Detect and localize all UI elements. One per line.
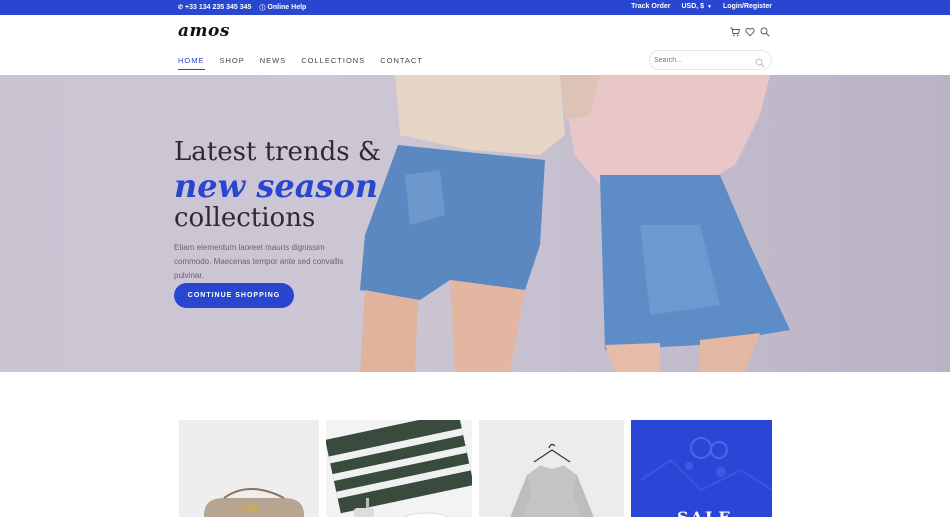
product-card-sale[interactable]: SALE [631, 420, 772, 517]
striped-shirt-image [326, 420, 472, 517]
site-header: amos HOME SHOP NEWS COLLECTIONS CONTACT [0, 15, 950, 75]
online-help-label: Online Help [267, 4, 307, 11]
hero-heading-line-3: collections [174, 203, 316, 233]
cart-icon[interactable] [730, 24, 741, 37]
top-bar: ✆ +33 134 235 345 345 ⓘ Online Help Trac… [0, 0, 950, 15]
nav-item-contact[interactable]: CONTACT [380, 56, 423, 70]
product-card-sweater[interactable] [479, 420, 624, 517]
caret-down-icon: ▼ [707, 3, 712, 10]
info-icon: ⓘ [259, 6, 266, 12]
sale-banner-pattern [631, 420, 772, 517]
login-register-label: Login/Register [722, 3, 772, 10]
phone-number: +33 134 235 345 345 [185, 4, 252, 11]
product-card-bag[interactable] [179, 420, 319, 517]
product-card-shirt[interactable] [326, 420, 472, 517]
search-submit-icon[interactable] [755, 55, 765, 68]
top-bar-left: ✆ +33 134 235 345 345 ⓘ Online Help [178, 3, 306, 12]
hero-description: Etiam elementum laoreet mauris dignissim… [174, 243, 344, 280]
online-help-link[interactable]: ⓘ Online Help [259, 3, 306, 12]
hero-banner: Latest trends & new season collections E… [0, 75, 950, 372]
main-nav: HOME SHOP NEWS COLLECTIONS CONTACT [178, 56, 423, 70]
continue-shopping-button[interactable]: CONTINUE SHOPPING [174, 283, 294, 308]
nav-item-shop[interactable]: SHOP [220, 56, 245, 70]
hero-models-image [360, 75, 790, 372]
header-icons [730, 24, 770, 37]
track-order-label: Track Order [631, 3, 671, 10]
nav-item-collections[interactable]: COLLECTIONS [301, 56, 365, 70]
phone-icon: ✆ [178, 5, 184, 11]
top-bar-right: Track Order USD, $ ▼ Login/Register [631, 3, 772, 10]
sale-label: SALE [677, 508, 732, 517]
header-search [649, 50, 772, 70]
hero-heading-line-2: new season [174, 167, 379, 205]
phone-link[interactable]: ✆ +33 134 235 345 345 [178, 3, 251, 12]
search-input[interactable] [654, 54, 752, 67]
track-order-link[interactable]: Track Order [631, 3, 670, 10]
nav-item-home[interactable]: HOME [178, 56, 205, 70]
currency-select[interactable]: USD, $ ▼ [681, 3, 712, 10]
search-icon[interactable] [760, 24, 770, 37]
bag-image [179, 420, 319, 517]
nav-item-news[interactable]: NEWS [260, 56, 287, 70]
logo[interactable]: amos [178, 21, 230, 41]
product-banners: SALE [0, 372, 950, 517]
hero-heading-line-1: Latest trends & [174, 137, 382, 167]
heart-icon[interactable] [745, 24, 755, 37]
sweater-image [479, 420, 624, 517]
login-register-link[interactable]: Login/Register [723, 3, 772, 10]
currency-label: USD, $ [681, 3, 705, 10]
